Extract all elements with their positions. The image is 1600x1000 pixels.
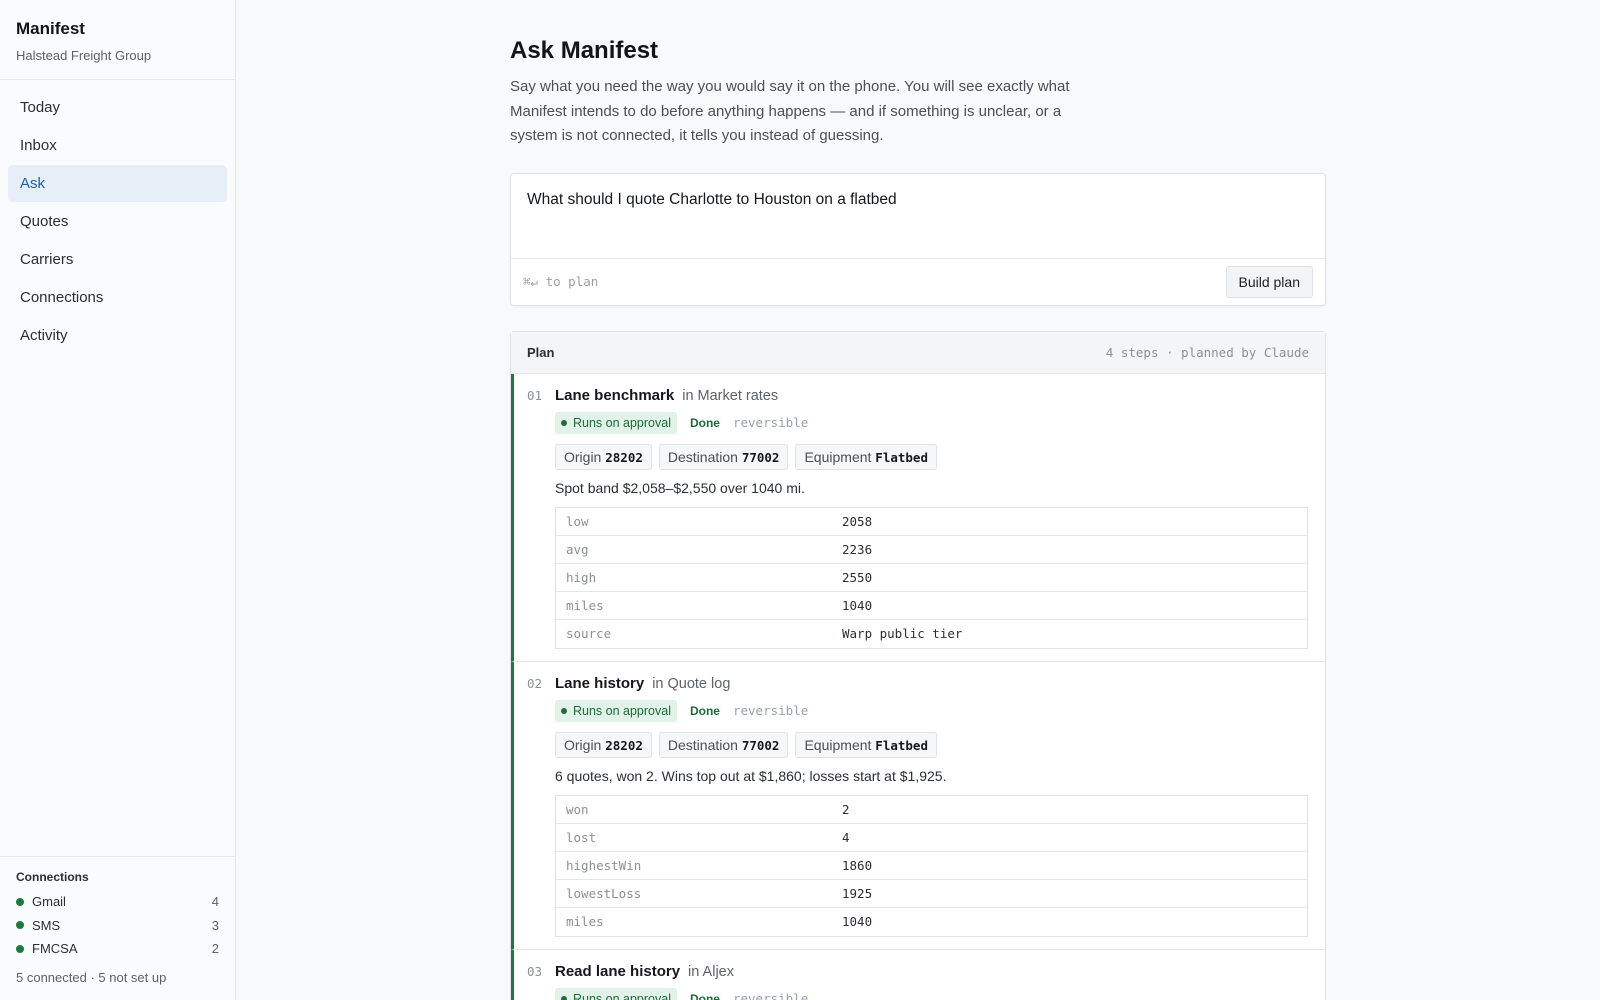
- status-dot-icon: [16, 944, 24, 953]
- reversible-tag: reversible: [732, 415, 809, 430]
- reversible-tag: reversible: [732, 991, 809, 1000]
- table-row: highestWin 1860: [556, 852, 1307, 880]
- connections-status-text: 5 connected · 5 not set up: [16, 969, 167, 985]
- table-row: miles 1040: [566, 914, 873, 929]
- param-chip-destination: Destination 77002: [658, 731, 789, 758]
- keyboard-hint: ⌘↵ to plan: [523, 274, 599, 289]
- connection-name: FMCSA: [32, 941, 78, 957]
- app-name: Manifest: [16, 19, 85, 38]
- build-plan-button[interactable]: Build plan: [1225, 265, 1313, 298]
- status-dot-icon: [16, 921, 24, 930]
- status-badge: Done: [689, 703, 720, 718]
- approval-badge: Runs on approval: [555, 699, 677, 722]
- nav-item-activity[interactable]: Activity: [8, 317, 227, 354]
- step-title: Lane benchmark: [555, 386, 675, 404]
- ask-input[interactable]: What should I quote Charlotte to Houston…: [511, 174, 1325, 259]
- connection-sms[interactable]: SMS 3: [16, 914, 219, 938]
- step-number: 03: [527, 963, 543, 979]
- step-title: Lane history: [555, 674, 645, 692]
- nav-item-inbox[interactable]: Inbox: [8, 127, 227, 164]
- nav-item-today[interactable]: Today: [8, 89, 227, 126]
- plan-panel: Plan 4 steps · planned by Claude 01 Lane…: [510, 330, 1326, 1000]
- status-dot-icon: [561, 995, 567, 1000]
- step-number: 01: [527, 387, 543, 403]
- reversible-tag: reversible: [732, 703, 809, 718]
- table-row: avg 2236: [556, 536, 1307, 564]
- connection-count: 3: [211, 917, 219, 933]
- param-chip-destination: Destination 77002: [658, 443, 789, 470]
- step-title: Read lane history: [555, 962, 681, 980]
- ask-composer: What should I quote Charlotte to Houston…: [510, 172, 1326, 306]
- approval-badge: Runs on approval: [555, 411, 677, 434]
- connection-fmcsa[interactable]: FMCSA 2: [16, 937, 219, 961]
- ask-footer: ⌘↵ to plan Build plan: [511, 259, 1325, 305]
- sidebar: Manifest Halstead Freight Group Today In…: [0, 0, 236, 1000]
- page-intro: Say what you need the way you would say …: [510, 78, 1070, 144]
- table-row: high 2550: [556, 564, 1307, 592]
- nav-item-carriers[interactable]: Carriers: [8, 241, 227, 278]
- plan-step: 01 Lane benchmark in Market rates Runs o…: [511, 373, 1325, 662]
- param-chip-origin: Origin 28202: [555, 443, 652, 470]
- brand: Manifest Halstead Freight Group: [0, 0, 235, 80]
- table-row: source Warp public tier: [566, 626, 963, 641]
- page-title: Ask Manifest: [510, 37, 659, 64]
- status-dot-icon: [16, 897, 24, 906]
- main-content: Ask Manifest Say what you need the way y…: [510, 0, 1326, 1000]
- status-dot-icon: [561, 419, 567, 426]
- status-badge: Done: [689, 415, 720, 430]
- result-table: won 2 lost 4 highestWin 1860 lowestLoss 1925…: [555, 794, 1308, 937]
- status-badge: Done: [689, 991, 720, 1000]
- nav-item-connections[interactable]: Connections: [8, 279, 227, 316]
- plan-step: 03 Read lane history in Aljex Runs on ap…: [511, 949, 1325, 1000]
- step-number: 02: [527, 675, 543, 691]
- table-row: miles 1040: [556, 592, 1307, 620]
- status-dot-icon: [561, 707, 567, 714]
- plan-meta: 4 steps · planned by Claude: [1105, 344, 1309, 360]
- approval-badge: Runs on approval: [555, 987, 677, 1000]
- connection-gmail[interactable]: Gmail 4: [16, 890, 219, 914]
- step-summary: Spot band $2,058–$2,550 over 1040 mi.: [555, 479, 805, 496]
- step-system: in Quote log: [652, 675, 731, 692]
- plan-header: Plan 4 steps · planned by Claude: [511, 331, 1325, 374]
- result-table: low 2058 avg 2236 high 2550 miles 1040 sourc…: [555, 506, 1308, 649]
- step-summary: 6 quotes, won 2. Wins top out at $1,860;…: [555, 767, 947, 784]
- sidebar-nav: Today Inbox Ask Quotes Carriers Connecti…: [0, 80, 235, 364]
- table-row: lost 4: [556, 824, 1307, 852]
- step-system: in Market rates: [682, 387, 779, 404]
- step-system: in Aljex: [688, 963, 734, 980]
- connection-name: Gmail: [32, 894, 66, 910]
- table-row: won 2: [556, 796, 1307, 824]
- plan-title: Plan: [527, 344, 555, 360]
- org-name: Halstead Freight Group: [16, 48, 152, 63]
- plan-step: 02 Lane history in Quote log Runs on app…: [511, 661, 1325, 950]
- connection-name: SMS: [32, 917, 61, 933]
- param-chip-equipment: Equipment Flatbed: [795, 443, 937, 470]
- param-chip-origin: Origin 28202: [555, 731, 652, 758]
- nav-item-ask[interactable]: Ask: [8, 165, 227, 202]
- param-chip-equipment: Equipment Flatbed: [795, 731, 937, 758]
- table-row: lowestLoss 1925: [556, 880, 1307, 908]
- connection-count: 2: [211, 941, 219, 957]
- connections-summary-panel: Connections Gmail 4 SMS 3 FMCSA 2 5 conn…: [0, 856, 235, 1000]
- connections-heading: Connections: [16, 870, 89, 884]
- connection-count: 4: [211, 894, 219, 910]
- table-row: low 2058: [556, 508, 1307, 536]
- nav-item-quotes[interactable]: Quotes: [8, 203, 227, 240]
